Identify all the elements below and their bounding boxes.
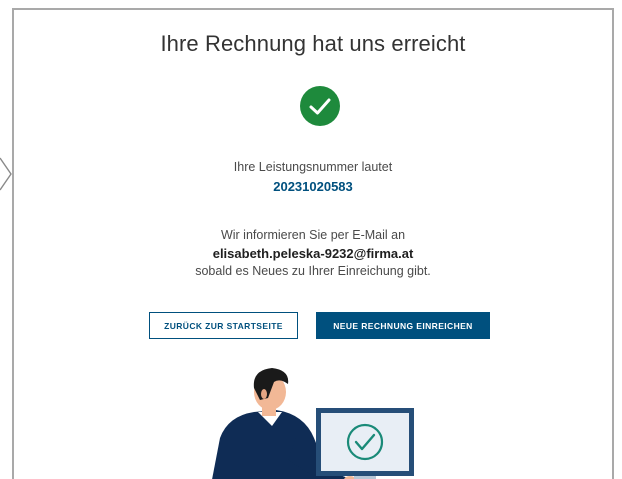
inform-text: Wir informieren Sie per E-Mail an (220, 228, 406, 242)
update-text: sobald es Neues zu Ihrer Einreichung gib… (195, 264, 431, 278)
submit-new-invoice-button[interactable]: NEUE RECHNUNG EINREICHEN (316, 312, 490, 339)
person-at-computer-illustration (14, 368, 612, 479)
service-number-value: 20231020583 (273, 179, 353, 194)
email-address: elisabeth.peleska-9232@firma.at (212, 246, 414, 261)
back-to-start-button[interactable]: ZURÜCK ZUR STARTSEITE (149, 312, 298, 339)
page-title: Ihre Rechnung hat uns erreicht (160, 31, 466, 56)
check-circle-icon (300, 86, 340, 126)
confirmation-card: Ihre Rechnung hat uns erreicht Ihre Leis… (12, 8, 614, 479)
service-number-label: Ihre Leistungsnummer lautet (233, 160, 393, 174)
